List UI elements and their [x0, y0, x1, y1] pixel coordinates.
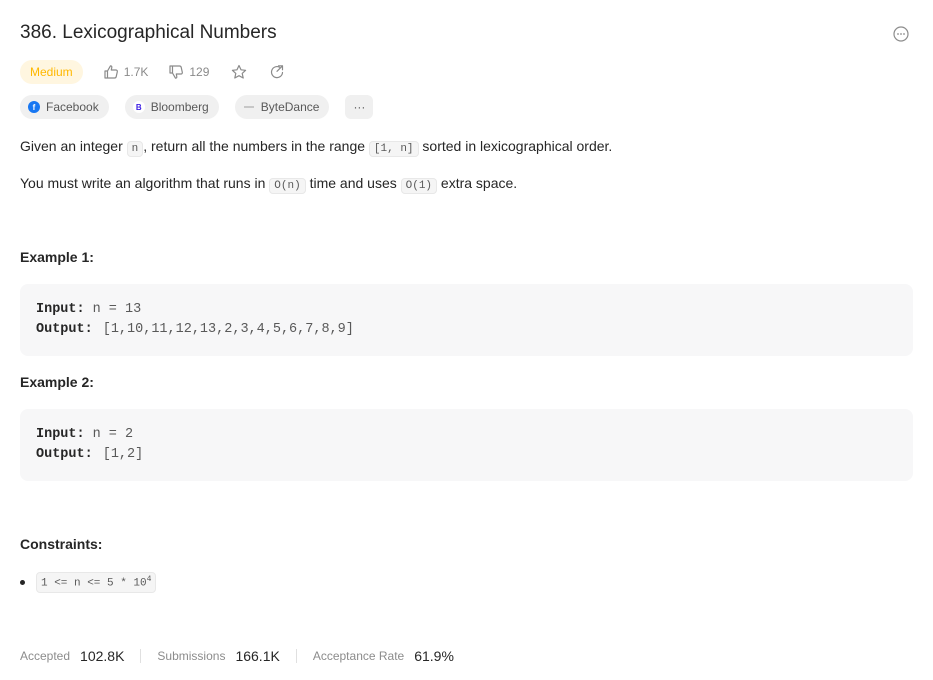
bytedance-logo-icon — [243, 101, 255, 113]
favorite-button[interactable] — [231, 64, 247, 80]
example-1-title: Example 1: — [20, 249, 94, 265]
tag-label: Bloomberg — [150, 100, 209, 114]
inline-code: O(n) — [269, 178, 306, 194]
star-icon — [232, 64, 247, 79]
share-icon — [271, 65, 284, 79]
example-output: [1,2] — [102, 447, 144, 462]
share-button[interactable] — [269, 64, 285, 80]
description-paragraph-1: Given an integer n, return all the numbe… — [20, 138, 613, 157]
problem-meta-row: Medium 1.7K 129 — [20, 59, 285, 85]
inline-code: n — [126, 141, 144, 157]
like-button[interactable]: 1.7K — [103, 64, 149, 80]
divider — [140, 649, 142, 663]
thumbs-down-icon — [169, 65, 184, 79]
tag-label: Facebook — [46, 100, 99, 114]
accepted-value: 102.8K — [80, 648, 125, 664]
submission-stats: Accepted 102.8K Submissions 166.1K Accep… — [20, 646, 454, 666]
inline-code: O(1) — [400, 178, 438, 194]
dislike-count: 129 — [189, 65, 210, 79]
tag-facebook[interactable]: f Facebook — [20, 95, 109, 119]
example-input: n = 13 — [92, 302, 142, 317]
company-tags: f Facebook B Bloomberg ByteDance ··· — [20, 95, 374, 119]
constraint-item: 1 <= n <= 5 * 104 — [20, 572, 157, 593]
more-options-icon[interactable] — [893, 26, 909, 42]
example-output: [1,10,11,12,13,2,3,4,5,6,7,8,9] — [102, 322, 354, 337]
accepted-label: Accepted — [20, 649, 71, 663]
inline-code: [1, n] — [368, 141, 419, 157]
dislike-button[interactable]: 129 — [168, 64, 209, 80]
facebook-logo-icon: f — [28, 101, 40, 113]
acceptance-rate-value: 61.9% — [414, 648, 454, 664]
description-paragraph-2: You must write an algorithm that runs in… — [20, 175, 518, 194]
thumbs-up-icon — [104, 65, 118, 79]
like-count: 1.7K — [123, 65, 149, 79]
tag-label: ByteDance — [260, 100, 320, 114]
submissions-value: 166.1K — [235, 648, 280, 664]
problem-title: 386. Lexicographical Numbers — [20, 22, 277, 43]
constraint-code: 1 <= n <= 5 * 104 — [36, 572, 157, 593]
tag-bloomberg[interactable]: B Bloomberg — [124, 95, 219, 119]
difficulty-badge: Medium — [20, 60, 83, 84]
submissions-label: Submissions — [157, 649, 226, 663]
acceptance-rate-label: Acceptance Rate — [312, 649, 405, 663]
example-1-block: Input: n = 13 Output: [1,10,11,12,13,2,3,4… — [20, 284, 913, 356]
constraints-title: Constraints: — [20, 536, 103, 552]
example-2-title: Example 2: — [20, 374, 94, 390]
tag-bytedance[interactable]: ByteDance — [234, 95, 330, 119]
example-2-block: Input: n = 2 Output: [1,2] — [20, 409, 913, 481]
divider — [295, 649, 297, 663]
bullet — [20, 579, 25, 585]
example-input: n = 2 — [92, 427, 134, 442]
more-tags-button[interactable]: ··· — [345, 95, 374, 119]
bloomberg-logo-icon: B — [132, 101, 145, 113]
